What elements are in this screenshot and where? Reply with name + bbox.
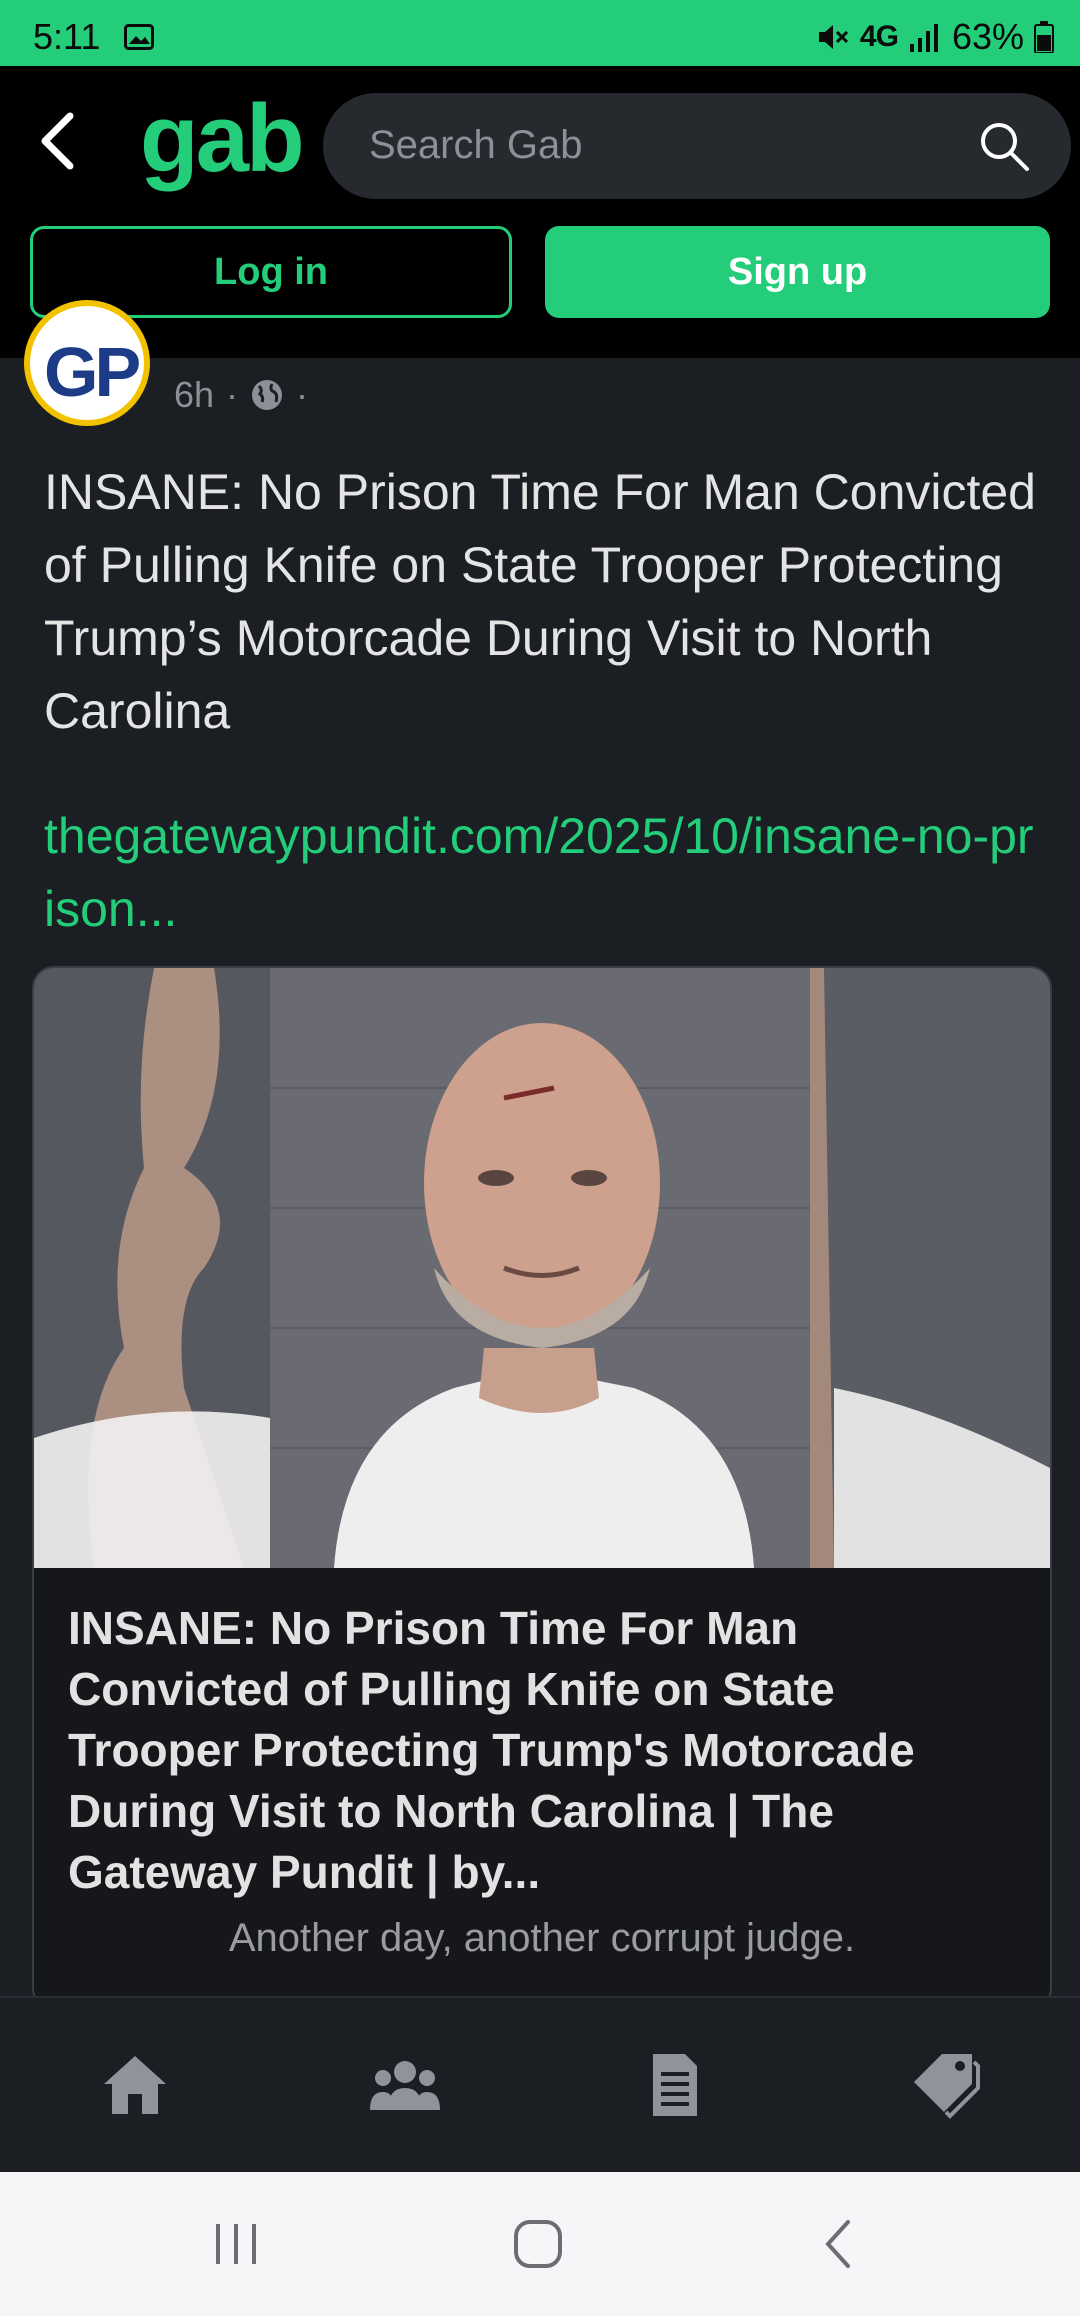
meta-separator: · (226, 374, 239, 415)
status-time: 5:11 (33, 16, 101, 57)
search-placeholder: Search Gab (369, 123, 583, 167)
signup-button[interactable]: Sign up (545, 226, 1050, 318)
article-image (34, 968, 1050, 1568)
post-time[interactable]: 6h (174, 374, 214, 416)
globe-icon (252, 380, 283, 410)
system-nav-bar (0, 2172, 1080, 2316)
home-icon[interactable] (98, 2048, 172, 2122)
network-type: 4G (859, 20, 899, 53)
tag-icon[interactable] (908, 2048, 982, 2122)
signal-icon (909, 24, 938, 52)
post-link[interactable]: thegatewaypundit.com/2025/10/insane-no-p… (44, 800, 1044, 946)
link-preview-card[interactable]: INSANE: No Prison Time For Man Convicted… (32, 966, 1052, 2010)
back-nav-icon[interactable] (810, 2214, 870, 2274)
status-bar: 5:11 4G 63% (0, 0, 1080, 66)
search-input[interactable]: Search Gab (323, 93, 1071, 199)
bottom-nav (0, 1996, 1080, 2174)
back-arrow-icon[interactable] (30, 106, 90, 176)
avatar-initials: GP (44, 333, 141, 411)
news-icon[interactable] (637, 2048, 711, 2122)
recent-apps-icon[interactable] (206, 2214, 266, 2274)
groups-icon[interactable] (368, 2048, 442, 2122)
post-text: INSANE: No Prison Time For Man Convicted… (44, 464, 1036, 739)
battery-icon (1034, 21, 1054, 53)
meta-separator: · (296, 374, 309, 415)
app-header: gab Search Gab Log in Sign up (0, 66, 1080, 358)
avatar[interactable]: GP (24, 300, 150, 426)
status-right: 4G 63% (816, 16, 1054, 58)
battery-level: 63% (951, 16, 1024, 57)
gab-logo[interactable]: gab (140, 84, 305, 194)
image-notification-icon (124, 24, 154, 50)
home-nav-icon[interactable] (508, 2214, 568, 2274)
card-description: Another day, another corrupt judge. (228, 1916, 856, 1960)
card-title: INSANE: No Prison Time For Man Convicted… (68, 1602, 915, 1898)
search-icon[interactable] (977, 119, 1031, 173)
mute-icon (818, 25, 848, 49)
post-meta: 6h · · (174, 374, 308, 416)
